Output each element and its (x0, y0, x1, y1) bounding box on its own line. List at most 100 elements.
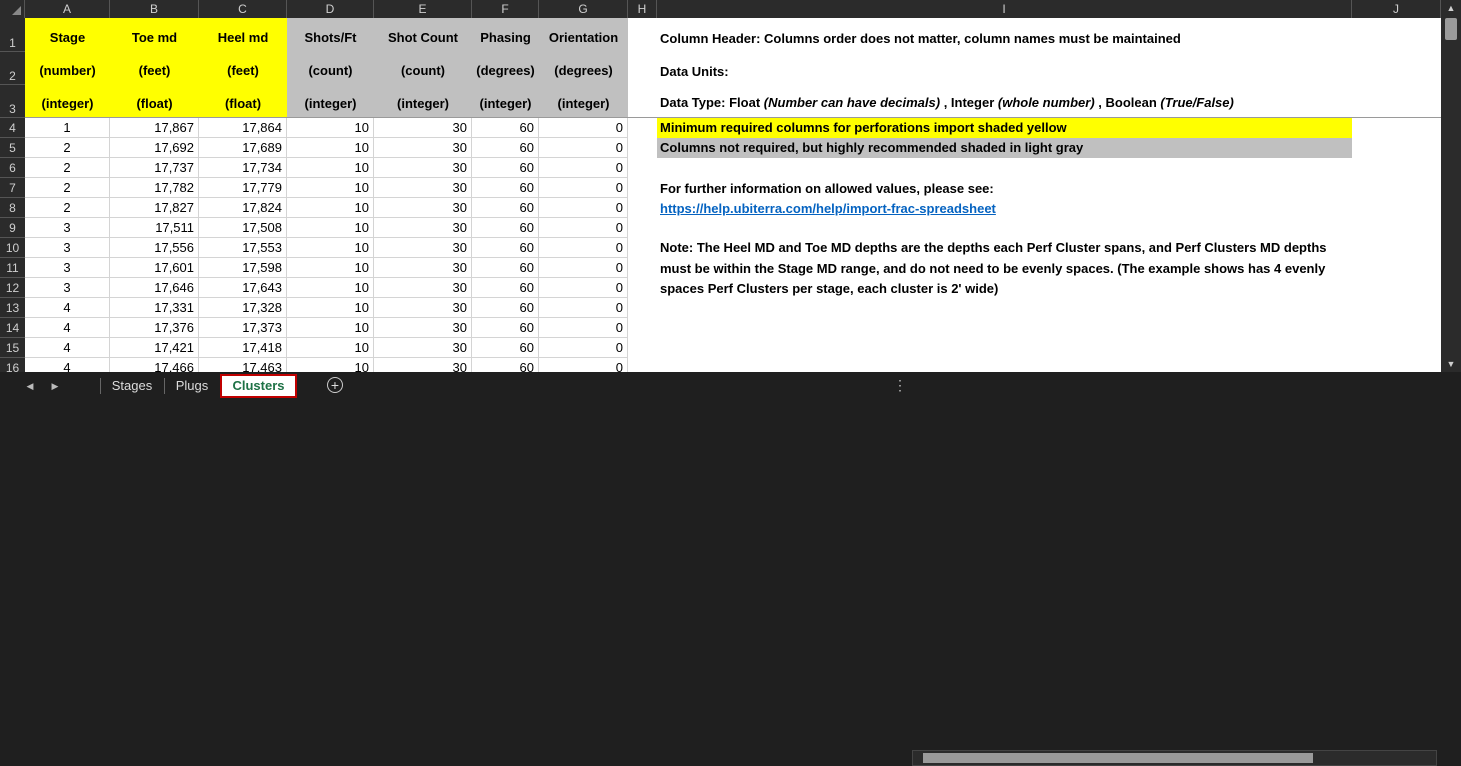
header-cell[interactable]: Shot Count (374, 18, 472, 52)
data-cell[interactable]: 0 (539, 178, 628, 198)
data-cell[interactable]: 30 (374, 158, 472, 178)
data-cell[interactable]: 17,463 (199, 358, 287, 372)
data-cell[interactable]: 1 (25, 118, 110, 138)
data-cell[interactable]: 0 (539, 218, 628, 238)
data-cell[interactable]: 0 (539, 298, 628, 318)
data-cell[interactable]: 17,643 (199, 278, 287, 298)
row-header[interactable]: 2 (0, 52, 25, 85)
row-header[interactable]: 11 (0, 258, 25, 278)
data-cell[interactable]: 2 (25, 138, 110, 158)
data-cell[interactable]: 10 (287, 178, 374, 198)
help-link[interactable]: https://help.ubiterra.com/help/import-fr… (660, 201, 996, 216)
row-header[interactable]: 7 (0, 178, 25, 198)
data-cell[interactable]: 17,331 (110, 298, 199, 318)
column-header[interactable]: E (374, 0, 472, 18)
header-cell[interactable]: Shots/Ft (287, 18, 374, 52)
row-header[interactable]: 1 (0, 18, 25, 52)
data-cell[interactable]: 3 (25, 278, 110, 298)
data-cell[interactable]: 2 (25, 158, 110, 178)
data-cell[interactable]: 3 (25, 258, 110, 278)
data-cell[interactable]: 30 (374, 278, 472, 298)
row-header[interactable]: 13 (0, 298, 25, 318)
data-cell[interactable]: 17,867 (110, 118, 199, 138)
header-cell[interactable]: (count) (287, 52, 374, 85)
data-cell[interactable]: 10 (287, 238, 374, 258)
row-header[interactable]: 8 (0, 198, 25, 218)
data-cell[interactable]: 4 (25, 358, 110, 372)
header-cell[interactable]: (integer) (374, 85, 472, 118)
data-cell[interactable]: 10 (287, 138, 374, 158)
header-cell[interactable]: Heel md (199, 18, 287, 52)
data-cell[interactable]: 10 (287, 218, 374, 238)
data-cell[interactable]: 60 (472, 358, 539, 372)
data-cell[interactable]: 17,328 (199, 298, 287, 318)
data-cell[interactable]: 17,376 (110, 318, 199, 338)
vertical-scrollbar[interactable]: ▲ ▼ (1441, 0, 1461, 372)
header-cell[interactable]: (feet) (199, 52, 287, 85)
data-cell[interactable]: 17,508 (199, 218, 287, 238)
data-cell[interactable]: 17,553 (199, 238, 287, 258)
data-cell[interactable]: 10 (287, 278, 374, 298)
data-cell[interactable]: 2 (25, 178, 110, 198)
column-header[interactable]: D (287, 0, 374, 18)
scroll-down-icon[interactable]: ▼ (1441, 356, 1461, 372)
row-header[interactable]: 15 (0, 338, 25, 358)
data-cell[interactable]: 0 (539, 238, 628, 258)
data-cell[interactable]: 0 (539, 158, 628, 178)
spreadsheet-grid[interactable]: ABCDEFGHIJ 1 2 3 4 5 6 7 8 9 10 11 12 13 14 15 16 Stage… (0, 0, 1441, 372)
data-cell[interactable]: 17,827 (110, 198, 199, 218)
add-sheet-icon[interactable]: + (327, 377, 343, 393)
more-options-icon[interactable]: ⋮ (893, 377, 907, 394)
data-cell[interactable]: 60 (472, 118, 539, 138)
row-header[interactable]: 5 (0, 138, 25, 158)
horizontal-scrollbar[interactable] (912, 750, 1437, 766)
data-cell[interactable]: 10 (287, 118, 374, 138)
data-cell[interactable]: 17,737 (110, 158, 199, 178)
data-cell[interactable]: 17,692 (110, 138, 199, 158)
data-cell[interactable]: 30 (374, 218, 472, 238)
data-cell[interactable]: 17,418 (199, 338, 287, 358)
header-cell[interactable]: (degrees) (539, 52, 628, 85)
column-header[interactable]: A (25, 0, 110, 18)
data-cell[interactable]: 0 (539, 118, 628, 138)
data-cell[interactable]: 0 (539, 358, 628, 372)
data-cell[interactable]: 30 (374, 298, 472, 318)
data-cell[interactable]: 4 (25, 318, 110, 338)
data-cell[interactable]: 0 (539, 258, 628, 278)
column-header[interactable]: B (110, 0, 199, 18)
data-cell[interactable]: 60 (472, 198, 539, 218)
header-cell[interactable]: (integer) (287, 85, 374, 118)
data-cell[interactable]: 10 (287, 358, 374, 372)
next-sheet-icon[interactable]: ▶ (45, 374, 65, 398)
data-cell[interactable]: 10 (287, 298, 374, 318)
data-cell[interactable]: 17,601 (110, 258, 199, 278)
header-cell[interactable]: (integer) (539, 85, 628, 118)
data-cell[interactable]: 0 (539, 338, 628, 358)
data-cell[interactable]: 60 (472, 158, 539, 178)
data-cell[interactable]: 30 (374, 338, 472, 358)
data-cell[interactable]: 17,598 (199, 258, 287, 278)
data-cell[interactable]: 17,373 (199, 318, 287, 338)
header-cell[interactable]: Stage (25, 18, 110, 52)
header-cell[interactable]: (degrees) (472, 52, 539, 85)
data-cell[interactable]: 60 (472, 318, 539, 338)
data-cell[interactable]: 30 (374, 198, 472, 218)
tab-plugs[interactable]: Plugs (166, 374, 218, 398)
tab-stages[interactable]: Stages (102, 374, 162, 398)
data-cell[interactable]: 17,782 (110, 178, 199, 198)
header-cell[interactable]: (count) (374, 52, 472, 85)
header-cell[interactable]: (float) (199, 85, 287, 118)
data-cell[interactable]: 17,556 (110, 238, 199, 258)
horizontal-scroll-thumb[interactable] (923, 753, 1313, 763)
data-cell[interactable]: 0 (539, 198, 628, 218)
data-cell[interactable]: 30 (374, 318, 472, 338)
data-cell[interactable]: 4 (25, 338, 110, 358)
row-header[interactable]: 10 (0, 238, 25, 258)
data-cell[interactable]: 0 (539, 278, 628, 298)
header-cell[interactable]: (integer) (472, 85, 539, 118)
header-cell[interactable]: (integer) (25, 85, 110, 118)
row-header[interactable]: 16 (0, 358, 25, 372)
data-cell[interactable]: 4 (25, 298, 110, 318)
data-cell[interactable]: 60 (472, 258, 539, 278)
column-header[interactable]: C (199, 0, 287, 18)
